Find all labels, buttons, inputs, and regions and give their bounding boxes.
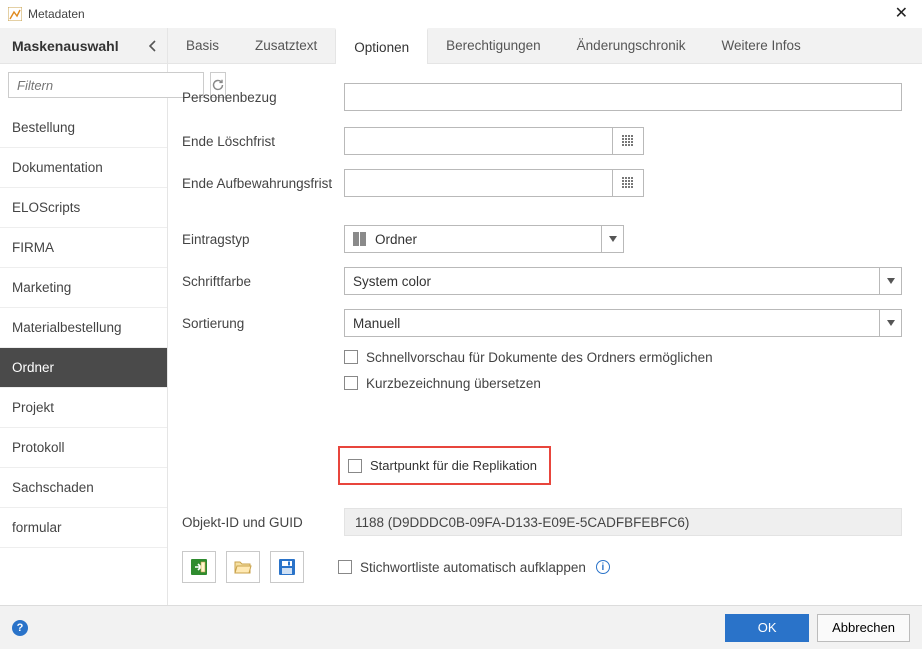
mask-item-label: Dokumentation [12,160,103,175]
date-picker-button[interactable] [612,127,644,155]
ende-aufbewahrung-input[interactable] [344,169,612,197]
calendar-icon [621,176,635,190]
mask-item[interactable]: Bestellung [0,108,167,148]
mask-item[interactable]: Protokoll [0,428,167,468]
stichwortliste-checkbox-row[interactable]: Stichwortliste automatisch aufklappen i [338,554,610,580]
checkbox-icon[interactable] [348,459,362,473]
tab-weitere-infos[interactable]: Weitere Infos [704,28,819,63]
window-title: Metadaten [28,7,85,21]
mask-item[interactable]: Marketing [0,268,167,308]
personenbezug-input[interactable] [344,83,902,111]
eintragstyp-value: Ordner [375,232,417,247]
save-button[interactable] [270,551,304,583]
tab-zusatztext[interactable]: Zusatztext [237,28,335,63]
folder-type-icon [353,232,369,246]
checkbox-icon [344,376,358,390]
replikation-label: Startpunkt für die Replikation [370,458,537,473]
tab-label: Änderungschronik [577,38,686,53]
ende-loeschfrist-label: Ende Löschfrist [182,134,344,149]
sortierung-value: Manuell [353,316,400,331]
personenbezug-label: Personenbezug [182,90,344,105]
kurzbezeichnung-label: Kurzbezeichnung übersetzen [366,376,541,391]
guid-value: 1188 (D9DDDC0B-09FA-D133-E09E-5CADFBFEBF… [344,508,902,536]
sidebar: Bestellung Dokumentation ELOScripts FIRM… [0,64,168,605]
folder-open-icon [234,559,252,575]
tab-label: Zusatztext [255,38,317,53]
sortierung-label: Sortierung [182,316,344,331]
help-button[interactable]: ? [12,620,28,636]
date-picker-button[interactable] [612,169,644,197]
mask-item-label: Marketing [12,280,71,295]
tab-label: Optionen [354,40,409,55]
save-icon [278,558,296,576]
open-folder-button[interactable] [226,551,260,583]
mask-item-label: Bestellung [12,120,75,135]
eintragstyp-combo[interactable]: Ordner [344,225,624,253]
mask-item[interactable]: ELOScripts [0,188,167,228]
combo-dropdown-button[interactable] [602,225,624,253]
ende-loeschfrist-input[interactable] [344,127,612,155]
tab-optionen[interactable]: Optionen [335,28,428,64]
mask-item[interactable]: Dokumentation [0,148,167,188]
mask-item[interactable]: Projekt [0,388,167,428]
tabs: Basis Zusatztext Optionen Berechtigungen… [168,28,819,63]
cancel-button[interactable]: Abbrechen [817,614,910,642]
sidebar-header: Maskenauswahl [0,28,168,63]
mask-list: Bestellung Dokumentation ELOScripts FIRM… [0,108,167,605]
chevron-down-icon [887,278,895,284]
header-row: Maskenauswahl Basis Zusatztext Optionen … [0,28,922,64]
replikation-highlight-box: Startpunkt für die Replikation [338,446,551,485]
close-button[interactable]: ✕ [889,4,914,24]
main-content: Personenbezug Ende Löschfrist [168,64,922,605]
mask-item-label: Materialbestellung [12,320,122,335]
mask-item-label: Projekt [12,400,54,415]
tab-basis[interactable]: Basis [168,28,237,63]
calendar-icon [621,134,635,148]
mask-item-label: FIRMA [12,240,54,255]
sortierung-combo[interactable]: Manuell [344,309,902,337]
mask-item-label: Sachschaden [12,480,94,495]
mask-item[interactable]: Materialbestellung [0,308,167,348]
eintragstyp-label: Eintragstyp [182,232,344,247]
mask-item[interactable]: Ordner [0,348,167,388]
goto-icon [190,558,208,576]
tab-label: Basis [186,38,219,53]
schriftfarbe-label: Schriftfarbe [182,274,344,289]
schriftfarbe-value: System color [353,274,431,289]
tab-label: Weitere Infos [722,38,801,53]
mask-item[interactable]: Sachschaden [0,468,167,508]
ende-aufbewahrung-label: Ende Aufbewahrungsfrist [182,176,344,191]
titlebar: Metadaten ✕ [0,0,922,28]
ok-button[interactable]: OK [725,614,809,642]
sidebar-collapse-button[interactable] [149,40,157,52]
guid-label: Objekt-ID und GUID [182,515,344,530]
checkbox-icon [344,350,358,364]
mask-item-label: ELOScripts [12,200,80,215]
tab-berechtigungen[interactable]: Berechtigungen [428,28,559,63]
mask-item[interactable]: formular [0,508,167,548]
info-icon[interactable]: i [596,560,610,574]
checkbox-icon [338,560,352,574]
schnellvorschau-checkbox-row[interactable]: Schnellvorschau für Dokumente des Ordner… [344,344,902,370]
mask-item-label: formular [12,520,62,535]
kurzbezeichnung-checkbox-row[interactable]: Kurzbezeichnung übersetzen [344,370,902,396]
chevron-down-icon [887,320,895,326]
goto-button[interactable] [182,551,216,583]
tab-aenderungschronik[interactable]: Änderungschronik [559,28,704,63]
schriftfarbe-combo[interactable]: System color [344,267,902,295]
mask-item[interactable]: FIRMA [0,228,167,268]
stichwortliste-label: Stichwortliste automatisch aufklappen [360,560,586,575]
mask-item-label: Ordner [12,360,54,375]
footer: ? OK Abbrechen [0,605,922,649]
combo-dropdown-button[interactable] [880,309,902,337]
app-icon [8,7,22,21]
combo-dropdown-button[interactable] [880,267,902,295]
action-icon-bar: Stichwortliste automatisch aufklappen i [182,551,902,583]
tab-label: Berechtigungen [446,38,541,53]
schnellvorschau-label: Schnellvorschau für Dokumente des Ordner… [366,350,713,365]
mask-item-label: Protokoll [12,440,65,455]
sidebar-title: Maskenauswahl [12,38,119,54]
chevron-down-icon [609,236,617,242]
